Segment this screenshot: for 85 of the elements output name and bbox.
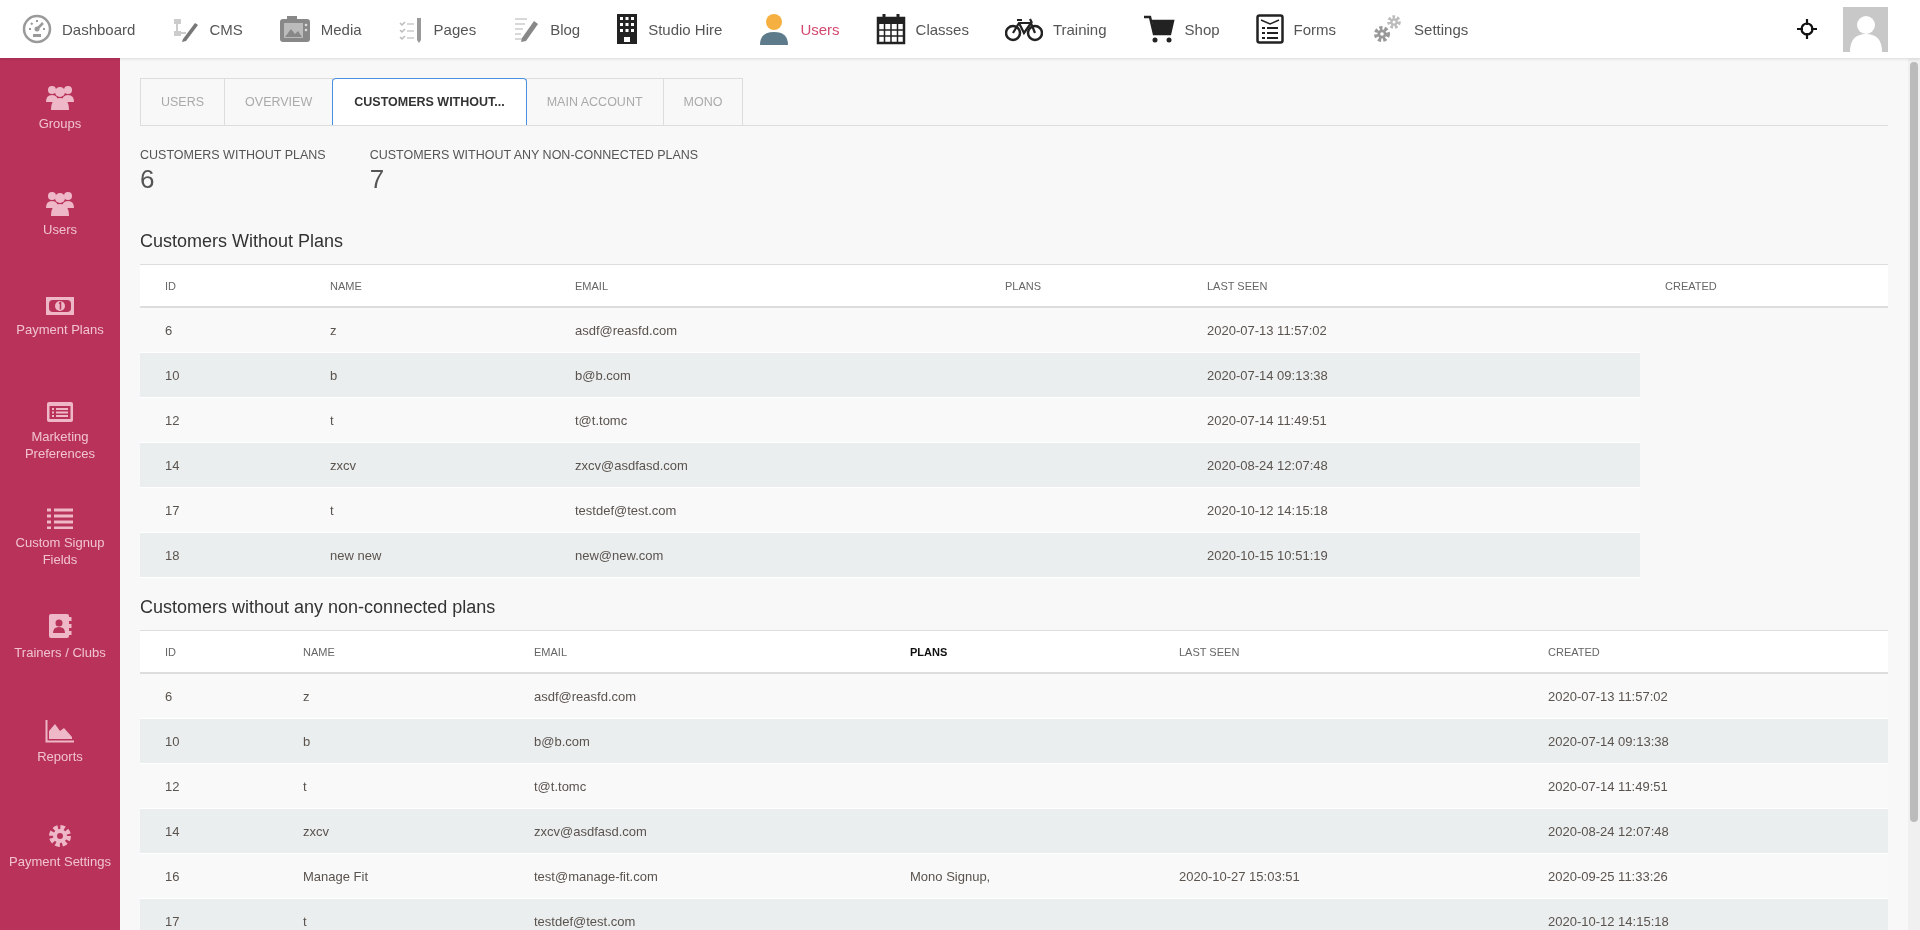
sidebar-item[interactable]: Custom Signup Fields <box>0 507 120 613</box>
gear-icon <box>48 824 72 849</box>
stat-value: 6 <box>140 164 156 195</box>
table-cell: 14 <box>140 809 278 854</box>
tab[interactable]: CUSTOMERS WITHOUT... <box>332 78 527 125</box>
column-header[interactable]: LAST SEEN <box>1182 265 1640 308</box>
speedometer-icon <box>22 14 52 44</box>
calendar-icon <box>875 13 906 45</box>
column-header[interactable]: LAST SEEN <box>1154 631 1523 674</box>
nav-item[interactable]: Pages <box>397 15 477 43</box>
section-title: Customers Without Plans <box>140 231 345 252</box>
list-icon <box>46 507 74 529</box>
banknote-icon <box>45 295 75 316</box>
table-cell: 18 <box>140 533 305 578</box>
table-cell: b <box>305 353 550 398</box>
sidebar-item[interactable]: Reports <box>33 718 87 825</box>
table-cell: zxcv <box>278 809 509 854</box>
table-cell: 2020-07-14 09:13:38 <box>1182 353 1640 398</box>
group-icon <box>45 189 75 216</box>
table-cell: 2020-10-15 10:51:19 <box>1182 533 1640 578</box>
table-cell: t <box>278 899 509 930</box>
nav-item[interactable]: CMS <box>171 15 243 43</box>
sidebar-item[interactable]: Groups <box>34 84 86 190</box>
avatar[interactable] <box>1843 6 1888 52</box>
building-icon <box>616 13 639 45</box>
nav-item[interactable]: Settings <box>1372 14 1469 44</box>
nav-item[interactable]: Shop <box>1142 14 1220 44</box>
column-header[interactable]: CREATED <box>1523 631 1888 674</box>
checklist-pencil-icon <box>397 15 424 43</box>
sidebar-item[interactable]: Payment Settings <box>5 824 115 930</box>
stat-label: CUSTOMERS WITHOUT ANY NON-CONNECTED PLANS <box>369 148 699 162</box>
table-cell: 10 <box>140 353 305 398</box>
table-cell: 14 <box>140 443 305 488</box>
table-cell: zxcv <box>305 443 550 488</box>
column-header[interactable]: EMAIL <box>509 631 885 674</box>
stat-label: CUSTOMERS WITHOUT PLANS <box>140 148 326 162</box>
bicycle-icon <box>1004 16 1043 42</box>
table-cell: zxcv@asdfasd.com <box>550 443 980 488</box>
table-cell: b@b.com <box>509 719 885 764</box>
column-header[interactable]: PLANS <box>980 265 1182 308</box>
scrollbar-thumb[interactable] <box>1910 62 1918 822</box>
document-pencil-icon <box>512 15 541 43</box>
section-title: Customers without any non-connected plans <box>140 597 497 618</box>
table-cell: 2020-10-12 14:15:18 <box>1523 899 1888 930</box>
nav-item[interactable]: Media <box>278 15 362 43</box>
table-cell: new new <box>305 533 550 578</box>
nav-item[interactable]: Blog <box>512 15 581 43</box>
contact-book-icon <box>48 612 72 639</box>
column-header[interactable]: ID <box>140 265 305 308</box>
column-header[interactable]: EMAIL <box>550 265 980 308</box>
table-cell: 2020-07-14 09:13:38 <box>1523 719 1888 764</box>
nav-item[interactable]: Dashboard <box>22 14 136 44</box>
sidebar-item[interactable]: Payment Plans <box>12 295 108 402</box>
stat-value: 7 <box>369 164 386 195</box>
table-cell: 2020-08-24 12:07:48 <box>1182 443 1640 488</box>
form-icon <box>1255 14 1284 44</box>
column-header[interactable]: CREATED <box>1640 265 1888 308</box>
photo-camera-icon <box>278 15 311 43</box>
nav-item[interactable]: Forms <box>1255 14 1337 44</box>
list-card-icon <box>46 401 74 424</box>
column-header[interactable]: PLANS <box>885 631 1154 674</box>
column-header[interactable]: ID <box>140 631 278 674</box>
cart-icon <box>1142 14 1175 44</box>
sidebar-item[interactable]: Marketing Preferences <box>0 401 120 507</box>
table-cell: 17 <box>140 899 278 930</box>
crosshair-icon[interactable] <box>1797 19 1817 39</box>
table-cell: 2020-08-24 12:07:48 <box>1523 809 1888 854</box>
column-header[interactable]: NAME <box>278 631 509 674</box>
table-cell: new@new.com <box>550 533 980 578</box>
group-icon <box>45 84 75 110</box>
sidebar-item[interactable]: Users <box>39 189 81 296</box>
column-header[interactable]: NAME <box>305 265 550 308</box>
table-cell: b@b.com <box>550 353 980 398</box>
nav-item[interactable]: Studio Hire <box>616 13 723 45</box>
area-chart-icon <box>45 718 75 743</box>
table-cell: 10 <box>140 719 278 764</box>
person-icon <box>758 13 791 45</box>
scrollbar[interactable] <box>1908 58 1920 930</box>
nav-item[interactable]: Training <box>1004 16 1107 42</box>
table-cell: zxcv@asdfasd.com <box>509 809 885 854</box>
sidebar-item[interactable]: Trainers / Clubs <box>10 612 110 719</box>
table-cell: testdef@test.com <box>509 899 885 930</box>
nav-item[interactable]: Users <box>758 13 840 45</box>
nav-item[interactable]: Classes <box>875 13 969 45</box>
table-cell: b <box>278 719 509 764</box>
